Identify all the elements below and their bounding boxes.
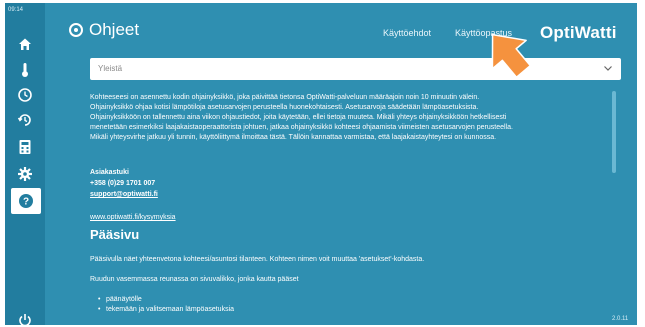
topic-select[interactable]: Yleistä xyxy=(90,58,621,80)
list-item: tekemään ja valitsemaan lämpöasetuksia xyxy=(98,305,234,315)
sidebar-item-calculator[interactable] xyxy=(9,134,41,160)
scrollbar[interactable] xyxy=(612,91,616,173)
help-icon: ? xyxy=(19,194,33,208)
page-title: Ohjeet xyxy=(89,20,140,39)
intro-text: Kohteeseesi on asennettu kodin ohjainyks… xyxy=(90,93,610,143)
contact-email-link[interactable]: support@optiwatti.fi xyxy=(90,190,158,200)
schedule-icon xyxy=(18,88,32,102)
header: Ohjeet Käyttöehdot Käyttöopastus OptiWat… xyxy=(45,3,637,47)
sidebar-item-settings[interactable] xyxy=(9,161,41,187)
intro-line: Ohjainyksikkö ohjaa kotisi lämpötiloja a… xyxy=(90,104,479,111)
sidebar-item-help[interactable]: ? xyxy=(11,188,41,214)
help-content: Kohteeseesi on asennettu kodin ohjainyks… xyxy=(90,93,610,325)
topic-select-value: Yleistä xyxy=(98,64,123,73)
sidebar-item-home[interactable] xyxy=(9,31,41,57)
version-label: 2.0.11 xyxy=(612,316,629,322)
intro-line: menetetään esimerkiksi laajakaistaoperaa… xyxy=(90,124,513,131)
gear-icon xyxy=(18,167,32,181)
app-window: 09:14 ? Ohjeet Käyttöehdot Käyttöopastus… xyxy=(5,3,637,325)
sidebar-item-schedule[interactable] xyxy=(9,82,41,108)
power-button[interactable] xyxy=(9,307,41,325)
intro-line: Mikäli yhteysvirhe jatkuu yli tunnin, kä… xyxy=(90,134,497,141)
power-icon xyxy=(19,314,31,325)
sidebar-item-history[interactable] xyxy=(9,107,41,133)
pointer-arrow-icon xyxy=(491,33,532,78)
svg-text:?: ? xyxy=(23,197,29,208)
bullet-list: päänäytölle tekemään ja valitsemaan lämp… xyxy=(98,295,234,315)
section-paragraph: Ruudun vasemmassa reunassa on sivuvalikk… xyxy=(90,276,299,283)
sidebar-item-temperature[interactable] xyxy=(9,57,41,83)
brand-logo: OptiWatti xyxy=(540,23,617,42)
contact-title: Asiakastuki xyxy=(90,169,129,176)
calculator-icon xyxy=(19,140,31,154)
home-icon xyxy=(19,38,31,50)
terms-link[interactable]: Käyttöehdot xyxy=(383,28,431,38)
history-icon xyxy=(17,114,31,126)
intro-line: Kohteeseesi on asennettu kodin ohjainyks… xyxy=(90,94,480,101)
sidebar: 09:14 ? xyxy=(5,3,45,325)
thermometer-icon xyxy=(22,63,28,77)
contact-phone: +358 (0)29 1701 007 xyxy=(90,180,156,187)
status-time: 09:14 xyxy=(8,7,24,13)
list-item: päänäytölle xyxy=(98,295,234,305)
intro-line: Ohjainyksikköön on tallennettu aina viik… xyxy=(90,114,507,121)
section-title: Pääsivu xyxy=(90,227,140,242)
faq-link[interactable]: www.optiwatti.fi/kysymyksia xyxy=(90,213,176,223)
back-button[interactable] xyxy=(69,23,83,37)
section-paragraph: Pääsivulla näet yhteenvetona kohteesi/as… xyxy=(90,256,425,263)
chevron-down-icon xyxy=(604,66,612,71)
